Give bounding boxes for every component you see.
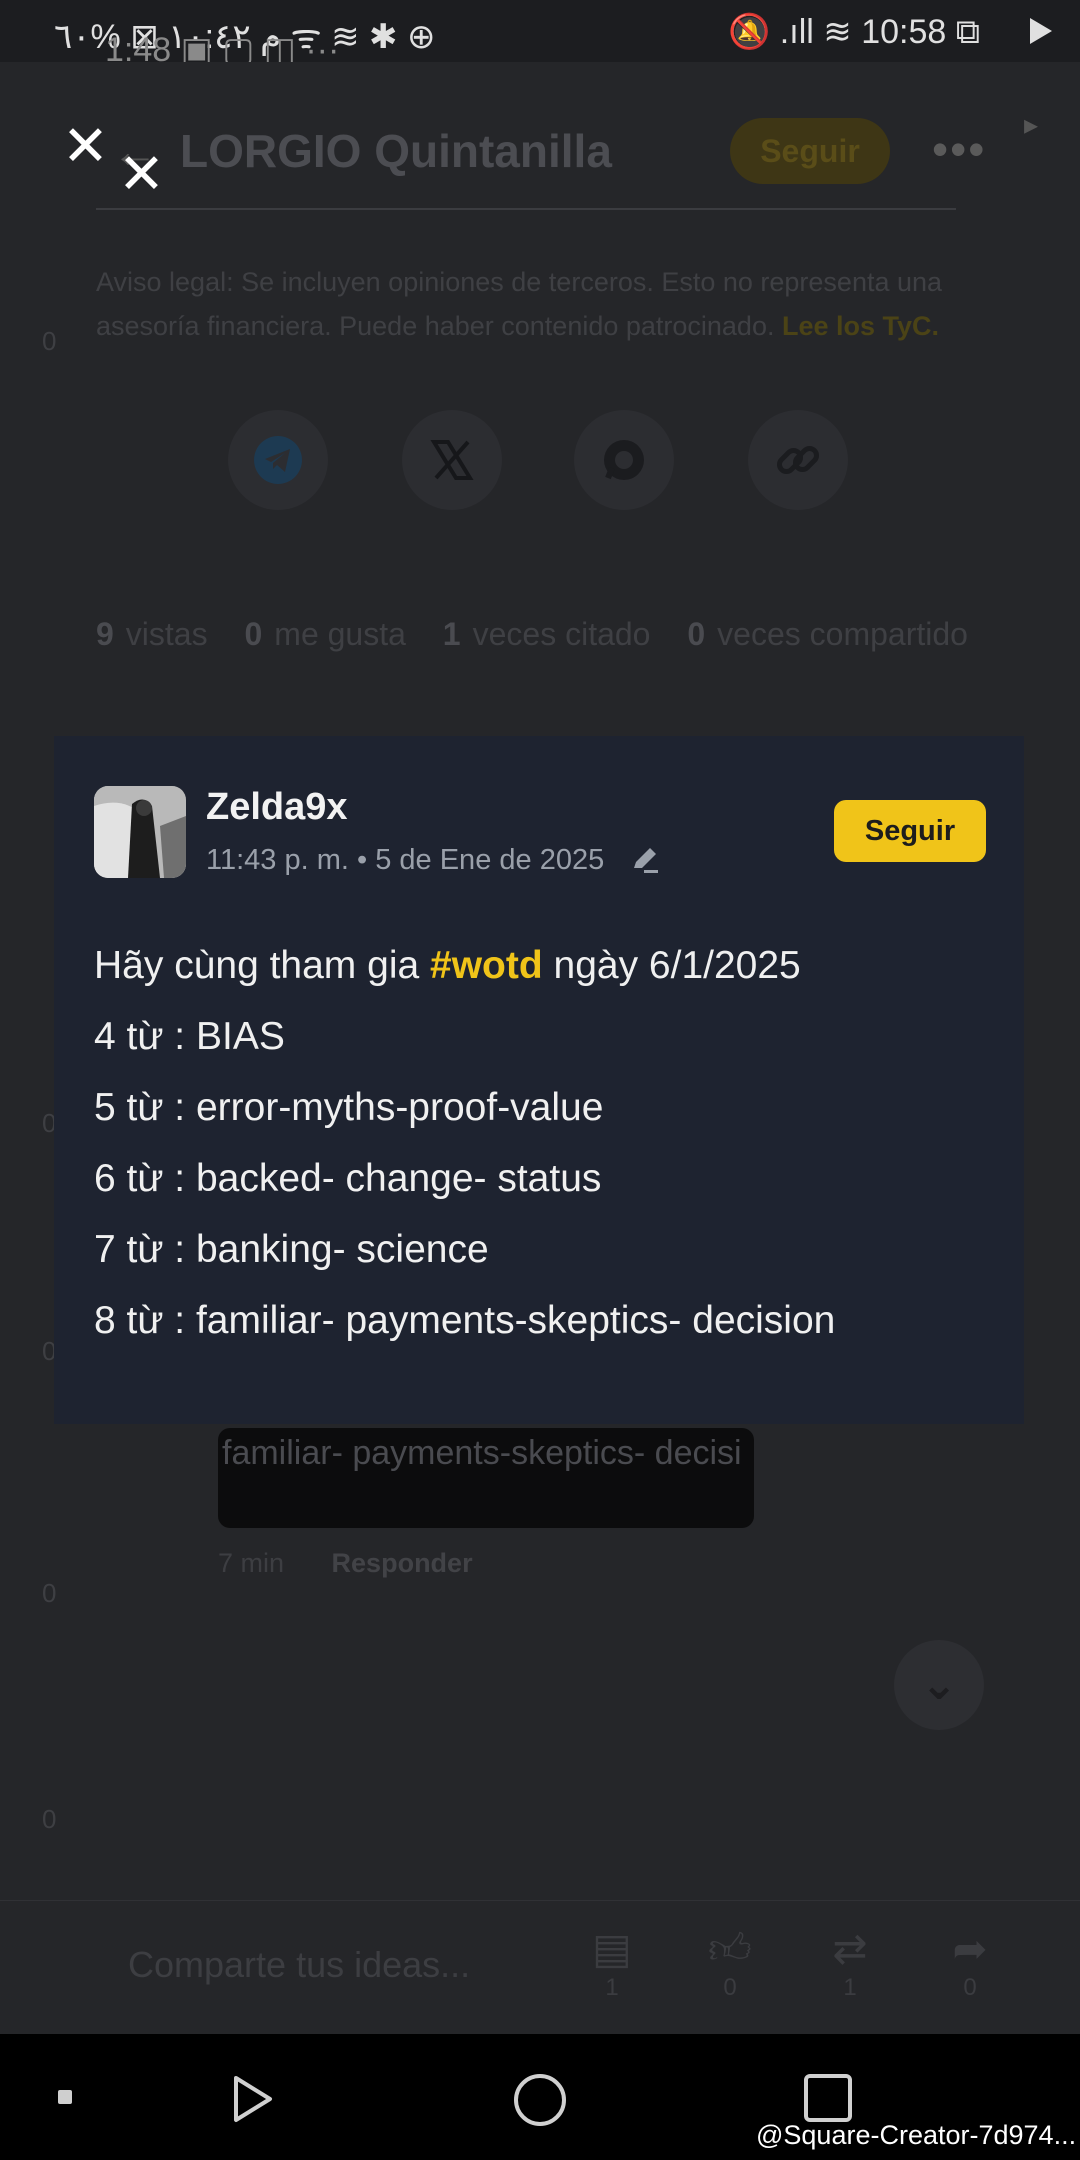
views-label: vistas (125, 616, 208, 652)
post-line: 8 từ : familiar- payments-skeptics- deci… (94, 1299, 836, 1342)
comment-meta: 7 min Responder (218, 1548, 473, 1579)
comment-input-placeholder[interactable]: Comparte tus ideas... (128, 1944, 470, 1986)
comment-text: familiar- payments-skeptics- decisi (222, 1434, 742, 1472)
share-action[interactable]: ➦ 0 (940, 1924, 1000, 2002)
thumbs-up-icon: 👍︎ (708, 1925, 752, 1972)
post-line: 7 từ : banking- science (94, 1228, 489, 1271)
link-icon (776, 445, 820, 475)
comment-icon: ▤ (592, 1925, 632, 1972)
x-icon (430, 440, 474, 480)
double-chevron-down-icon: ⌄ (920, 1660, 958, 1709)
reposts-count: 1 (843, 1974, 857, 2001)
legal-disclaimer: Aviso legal: Se incluyen opiniones de te… (96, 260, 976, 348)
whatsapp-icon (604, 440, 644, 480)
timestamp-separator: • (357, 844, 368, 876)
comment-bubble: familiar- payments-skeptics- decisi (218, 1428, 754, 1528)
quoted-count: 1 (442, 616, 461, 652)
views-count: 9 (96, 616, 114, 652)
side-number: 0 (42, 1804, 57, 1834)
likes-label: me gusta (274, 616, 406, 652)
post-body: Hãy cùng tham gia #wotd ngày 6/1/2025 4 … (94, 930, 994, 1356)
share-row (228, 410, 848, 510)
hashtag-link[interactable]: #wotd (430, 944, 543, 987)
small-square-icon (58, 2090, 72, 2104)
post-timestamp: 11:43 p. m. • 5 de Ene de 2025 (206, 844, 604, 877)
profile-name: LORGIO Quintanilla (180, 125, 612, 177)
comment-time: 7 min (218, 1548, 285, 1578)
shared-label: veces compartido (717, 616, 968, 652)
post-line-intro: Hãy cùng tham gia #wotd ngày 6/1/2025 (94, 930, 994, 1001)
comments-count: 1 (605, 1974, 619, 2001)
post-card: Zelda9x 11:43 p. m. • 5 de Ene de 2025 S… (54, 736, 1024, 1424)
shares-count: 0 (963, 1974, 977, 2001)
repost-icon: ⇄ (832, 1925, 868, 1972)
close-icon-secondary[interactable]: ✕ (118, 146, 165, 202)
quoted-label: veces citado (472, 616, 651, 652)
edit-pencil-icon (634, 848, 658, 873)
post-date: 5 de Ene de 2025 (375, 844, 605, 876)
scroll-down-button[interactable]: ⌄ (894, 1640, 984, 1730)
shared-count: 0 (687, 616, 706, 652)
post-line: 6 từ : backed- change- status (94, 1157, 602, 1200)
play-icon (1030, 18, 1052, 44)
avatar-image (94, 786, 186, 878)
side-number: 0 (42, 1578, 57, 1608)
like-action[interactable]: 👍︎ 0 (700, 1924, 760, 2002)
likes-count-bottom: 0 (723, 1974, 737, 2001)
copy-link-button[interactable] (748, 410, 848, 510)
telegram-share-button[interactable] (228, 410, 328, 510)
post-line: 5 từ : error-myths-proof-value (94, 1086, 604, 1129)
repost-action[interactable]: ⇄ 1 (820, 1924, 880, 2002)
avatar[interactable] (94, 786, 186, 878)
terms-link[interactable]: Lee los TyC. (782, 311, 939, 341)
status-right: 🔕 .ıll ≋ 10:58 ⧉ (728, 13, 980, 51)
likes-count: 0 (244, 616, 263, 652)
x-share-button[interactable] (402, 410, 502, 510)
nav-home-button[interactable] (514, 2074, 566, 2126)
side-number: 0 (42, 326, 57, 356)
close-icon[interactable]: ✕ (62, 118, 109, 174)
chevron-right-icon: ▸ (1023, 109, 1038, 140)
nav-back-play-icon[interactable] (230, 2074, 276, 2124)
status-bar: م ١٠:٤٢ ⊠ %٦٠ ᯤ ≋ ✱ ⊕ 1:48 ▣ ▢ ◫ ··· 🔕 .… (0, 0, 1080, 69)
header-divider (96, 208, 956, 210)
intro-prefix: Hãy cùng tham gia (94, 944, 431, 987)
post-stats: 9 vistas 0 me gusta 1 veces citado 0 veces c… (96, 616, 996, 653)
share-arrow-icon: ➦ (952, 1925, 988, 1972)
telegram-icon (254, 436, 302, 484)
more-options-icon[interactable]: ••• (932, 122, 986, 176)
nav-recents-button[interactable] (804, 2074, 852, 2122)
post-time: 11:43 p. m. (206, 844, 349, 876)
whatsapp-share-button[interactable] (574, 410, 674, 510)
follow-button-dim[interactable]: Seguir (730, 118, 890, 184)
post-author[interactable]: Zelda9x (206, 786, 348, 829)
reply-link[interactable]: Responder (332, 1548, 473, 1578)
creator-watermark: @Square-Creator-7d974... (756, 2120, 1077, 2150)
follow-button[interactable]: Seguir (834, 800, 986, 862)
post-line: 4 từ : BIAS (94, 1015, 285, 1058)
intro-suffix: ngày 6/1/2025 (542, 944, 801, 987)
comments-action[interactable]: ▤ 1 (582, 1924, 642, 2002)
